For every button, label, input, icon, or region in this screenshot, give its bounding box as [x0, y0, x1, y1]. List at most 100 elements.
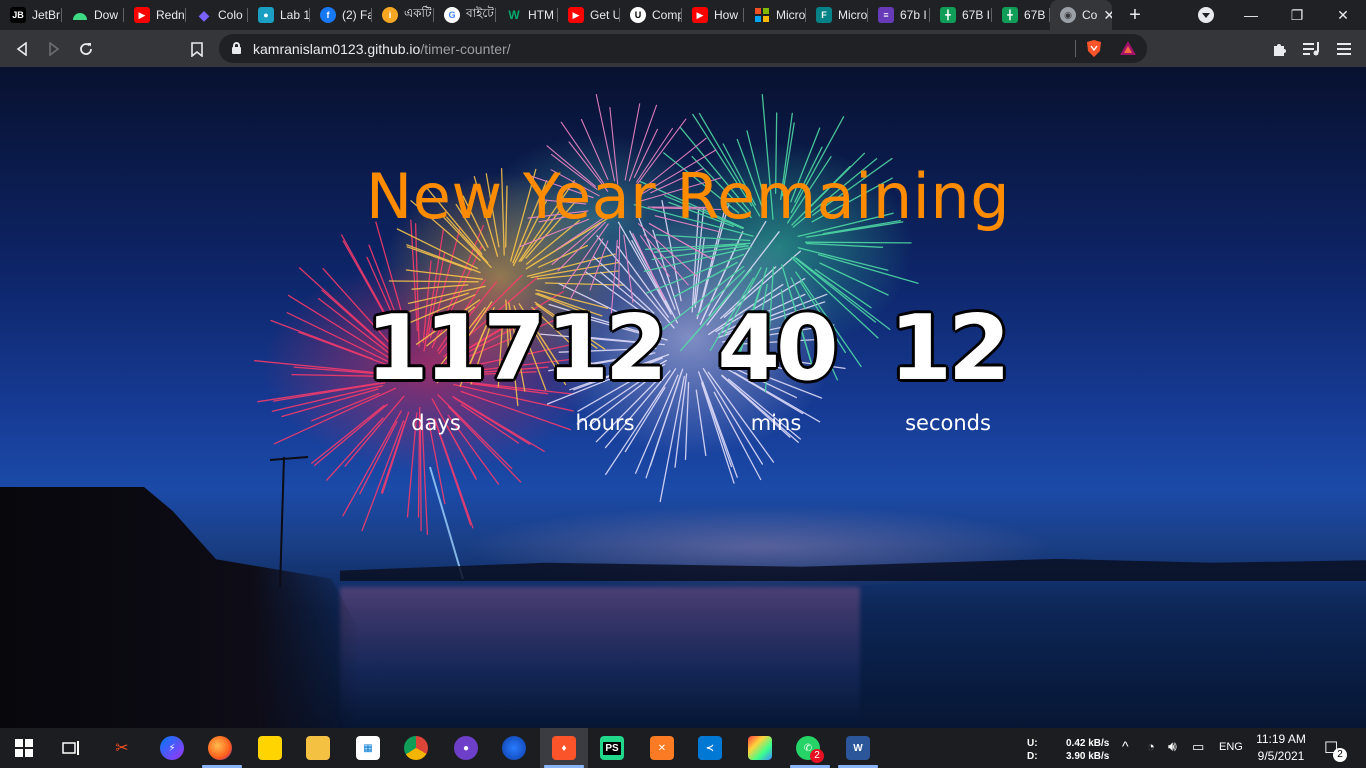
- back-button[interactable]: [10, 37, 34, 61]
- firework-streak: [618, 225, 621, 289]
- address-bar[interactable]: kamranislam0123.github.io/timer-counter/: [219, 34, 1147, 63]
- back-icon: [16, 42, 27, 56]
- bookmark-button[interactable]: [185, 37, 209, 61]
- hours-value: 12: [546, 296, 667, 401]
- tab-label: Co: [1082, 8, 1098, 22]
- firework-streak: [361, 420, 405, 532]
- tab-6[interactable]: f (2) Fa: [310, 0, 372, 30]
- browser-toolbar: kamranislam0123.github.io/timer-counter/: [0, 30, 1366, 67]
- lock-icon[interactable]: [232, 42, 241, 54]
- vscode-icon[interactable]: ≺: [698, 736, 722, 760]
- tab-7[interactable]: i একটি: [372, 0, 434, 30]
- windows-logo-icon: [15, 739, 33, 757]
- udemy-icon: U: [630, 7, 646, 23]
- brave-rewards-icon[interactable]: [1119, 40, 1137, 61]
- start-button[interactable]: [12, 736, 36, 760]
- tab-13[interactable]: Micro: [744, 0, 806, 30]
- url-text[interactable]: kamranislam0123.github.io/timer-counter/: [253, 41, 511, 57]
- tab-9[interactable]: W HTM: [496, 0, 558, 30]
- forward-button[interactable]: [42, 37, 66, 61]
- sticky-notes-icon[interactable]: [258, 736, 282, 760]
- xampp-icon[interactable]: ✕: [650, 736, 674, 760]
- mins-label: mins: [750, 411, 802, 435]
- wifi-icon[interactable]: ◔: [1147, 739, 1155, 754]
- net-down-value: 3.90 kB/s: [1066, 751, 1110, 762]
- tab-label: JetBr: [32, 8, 61, 22]
- tab-label: Comp: [652, 8, 682, 22]
- reload-button[interactable]: [74, 37, 98, 61]
- volume-icon[interactable]: 🔊︎: [1168, 738, 1177, 755]
- phpstorm-icon[interactable]: PS: [600, 736, 624, 760]
- restore-button[interactable]: ❐: [1274, 0, 1320, 30]
- tab-12[interactable]: ▶ How: [682, 0, 744, 30]
- page-title: New Year Remaining: [365, 160, 1011, 233]
- media-control-button[interactable]: [1300, 37, 1324, 61]
- close-tab-icon[interactable]: ✕: [1103, 7, 1112, 24]
- firefox-icon[interactable]: [208, 736, 232, 760]
- tab-search-icon[interactable]: [1198, 7, 1214, 23]
- url-host: kamranislam0123.github.io: [253, 41, 421, 57]
- bookmark-icon: [191, 41, 203, 57]
- github-desktop-icon[interactable]: ●: [454, 736, 478, 760]
- clock-date[interactable]: 9/5/2021: [1256, 749, 1306, 763]
- tab-label: How: [714, 8, 739, 22]
- days-label: days: [411, 411, 461, 435]
- url-path: /timer-counter/: [420, 41, 511, 57]
- word-icon[interactable]: W: [846, 736, 870, 760]
- minimize-button[interactable]: —: [1228, 0, 1274, 30]
- snipping-tool-icon[interactable]: ✂: [110, 736, 134, 760]
- seconds-label: seconds: [905, 411, 991, 435]
- browser-tab-strip: JB JetBr Dow ▶ Redn ◆ Colo ● Lab 1 f (2)…: [0, 0, 1366, 30]
- color-picker-icon[interactable]: [748, 736, 772, 760]
- chrome-icon[interactable]: [404, 736, 428, 760]
- tab-active[interactable]: ◉ Co ✕: [1050, 0, 1112, 30]
- page-viewport: New Year Remaining 117 days 12 hours 40 …: [0, 67, 1366, 728]
- google-icon: G: [444, 7, 460, 23]
- tab-5[interactable]: ● Lab 1: [248, 0, 310, 30]
- new-tab-button[interactable]: +: [1124, 4, 1146, 26]
- tab-1[interactable]: JB JetBr: [0, 0, 62, 30]
- tab-8[interactable]: G বাইটে: [434, 0, 496, 30]
- microsoft-store-icon[interactable]: ▦: [356, 736, 380, 760]
- tab-3[interactable]: ▶ Redn: [124, 0, 186, 30]
- water-reflection: [340, 587, 860, 728]
- seconds-value: 12: [889, 296, 1010, 401]
- extensions-button[interactable]: [1268, 37, 1292, 61]
- tab-label: Micro: [776, 8, 806, 22]
- language-indicator[interactable]: ENG: [1219, 741, 1243, 753]
- tab-10[interactable]: ▶ Get U: [558, 0, 620, 30]
- file-explorer-icon[interactable]: [306, 736, 330, 760]
- tab-14[interactable]: F Micro: [806, 0, 868, 30]
- tab-11[interactable]: U Comp: [620, 0, 682, 30]
- tab-label: Micro: [838, 8, 868, 22]
- firework-streak: [421, 424, 429, 536]
- tab-15[interactable]: ≡ 67b I: [868, 0, 930, 30]
- list-icon: ≡: [878, 7, 894, 23]
- reload-icon: [80, 43, 92, 55]
- brave-shields-icon[interactable]: [1085, 39, 1103, 63]
- countdown-seconds: 12 seconds: [880, 296, 1016, 436]
- tab-label: Lab 1: [280, 8, 310, 22]
- omnibox-divider: [1075, 40, 1076, 57]
- firework-streak: [639, 235, 670, 277]
- tab-2[interactable]: Dow: [62, 0, 124, 30]
- battery-icon[interactable]: ▭: [1192, 739, 1204, 755]
- android-icon: [72, 7, 88, 23]
- menu-button[interactable]: [1332, 37, 1356, 61]
- firefox-developer-icon[interactable]: [502, 736, 526, 760]
- tab-label: 67B I: [1024, 8, 1050, 22]
- firework-streak: [804, 241, 912, 244]
- show-hidden-icons-button[interactable]: ^: [1122, 738, 1129, 754]
- color-icon: ◆: [198, 6, 210, 23]
- jetbrains-icon: JB: [10, 7, 26, 23]
- brave-browser-icon[interactable]: ♦: [552, 736, 576, 760]
- close-window-button[interactable]: ✕: [1320, 0, 1366, 30]
- tab-label: Dow: [94, 8, 119, 22]
- task-view-button[interactable]: [60, 736, 84, 760]
- tab-17[interactable]: ╋ 67B I: [992, 0, 1050, 30]
- firework-streak: [257, 382, 380, 403]
- tab-4[interactable]: ◆ Colo: [186, 0, 248, 30]
- messenger-icon[interactable]: ⚡: [160, 736, 184, 760]
- clock-time[interactable]: 11:19 AM: [1256, 732, 1306, 746]
- tab-16[interactable]: ╋ 67B I: [930, 0, 992, 30]
